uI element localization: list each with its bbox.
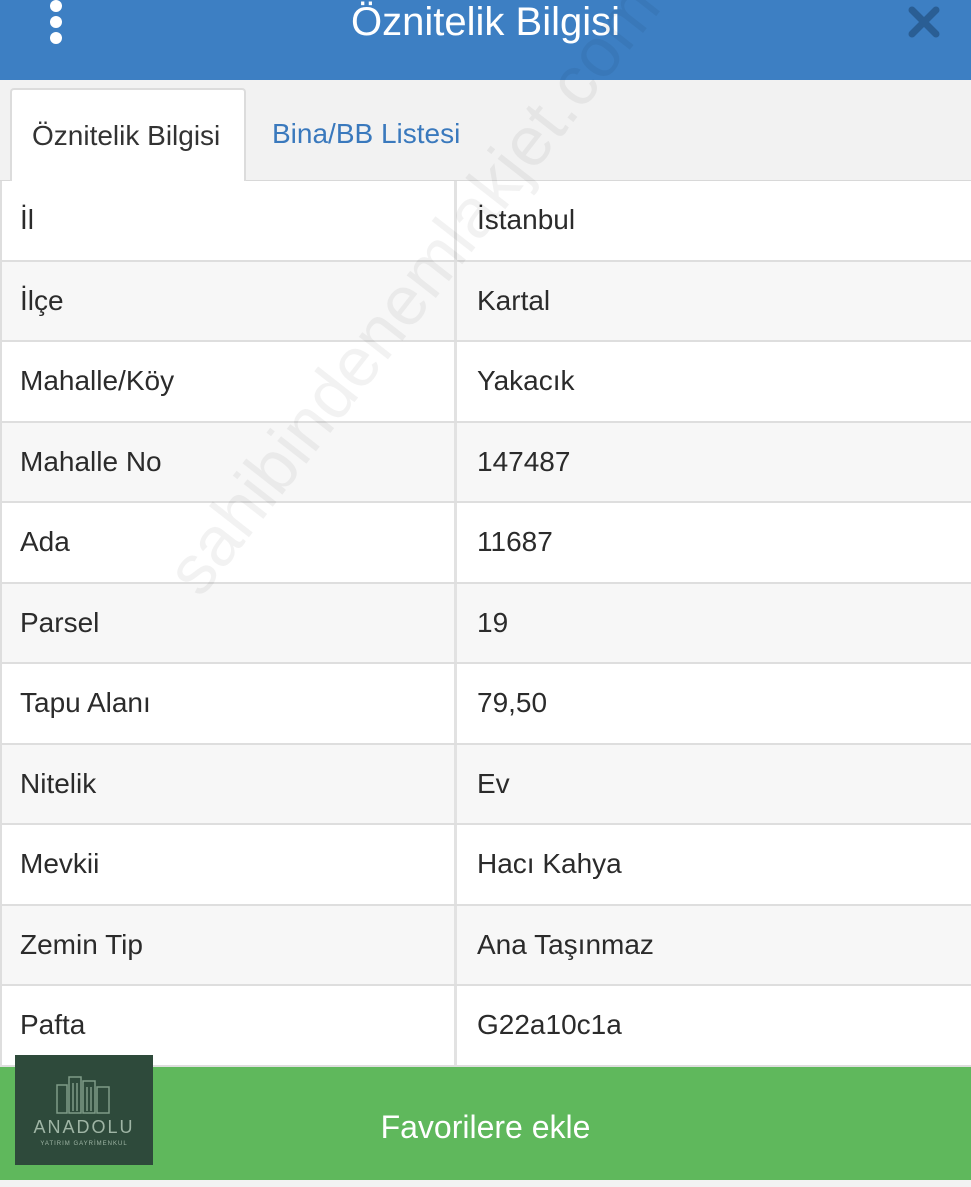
attribute-value: 11687 bbox=[477, 526, 553, 558]
attribute-value: Kartal bbox=[477, 284, 551, 316]
attribute-value: Hacı Kahya bbox=[477, 848, 622, 880]
table-row: Zemin Tip Ana Taşınmaz bbox=[0, 905, 971, 986]
table-row: İl İstanbul bbox=[0, 181, 971, 262]
table-row: Mahalle/Köy Yakacık bbox=[0, 342, 971, 423]
tab-oznitelik-bilgisi[interactable]: Öznitelik Bilgisi bbox=[10, 88, 246, 182]
attribute-value: 147487 bbox=[477, 445, 571, 477]
attribute-key: Ada bbox=[0, 503, 457, 582]
attribute-value: 79,50 bbox=[477, 687, 548, 719]
header-bar: Öznitelik Bilgisi bbox=[0, 0, 971, 80]
attribute-value: 19 bbox=[477, 606, 509, 638]
tab-bar: Öznitelik Bilgisi Bina/BB Listesi bbox=[0, 80, 971, 182]
close-icon[interactable] bbox=[906, 4, 942, 40]
attribute-table: İl İstanbul İlçe Kartal Mahalle/Köy Yakacık Ma… bbox=[0, 181, 971, 1067]
attribute-key: Mahalle/Köy bbox=[0, 342, 457, 421]
attribute-value: İstanbul bbox=[477, 204, 576, 236]
table-row: Tapu Alanı 79,50 bbox=[0, 664, 971, 745]
buildings-icon bbox=[56, 1076, 110, 1114]
table-row: İlçe Kartal bbox=[0, 261, 971, 342]
table-row: Mevkii Hacı Kahya bbox=[0, 825, 971, 906]
table-row: Ada 11687 bbox=[0, 503, 971, 584]
logo-subtitle: YATIRIM GAYRİMENKUL bbox=[40, 1141, 128, 1147]
table-row: Nitelik Ev bbox=[0, 744, 971, 825]
attribute-key: İl bbox=[0, 181, 457, 260]
attribute-key: Nitelik bbox=[0, 744, 457, 823]
attribute-value: Yakacık bbox=[477, 365, 575, 397]
page-title: Öznitelik Bilgisi bbox=[351, 0, 620, 44]
logo-word: ANADOLU bbox=[33, 1117, 135, 1137]
tab-bina-bb-listesi[interactable]: Bina/BB Listesi bbox=[252, 88, 492, 180]
attribute-value: G22a10c1a bbox=[477, 1009, 622, 1041]
table-row: Parsel 19 bbox=[0, 583, 971, 664]
attribute-key: Parsel bbox=[0, 583, 457, 662]
attribute-key: Pafta bbox=[0, 986, 457, 1065]
attribute-key: Tapu Alanı bbox=[0, 664, 457, 743]
company-logo: ANADOLU YATIRIM GAYRİMENKUL bbox=[15, 1055, 153, 1165]
attribute-key: İlçe bbox=[0, 261, 457, 340]
table-row: Mahalle No 147487 bbox=[0, 422, 971, 503]
attribute-value: Ev bbox=[477, 767, 510, 799]
attribute-value: Ana Taşınmaz bbox=[477, 928, 654, 960]
attribute-key: Zemin Tip bbox=[0, 905, 457, 984]
attribute-key: Mevkii bbox=[0, 825, 457, 904]
attribute-key: Mahalle No bbox=[0, 422, 457, 501]
